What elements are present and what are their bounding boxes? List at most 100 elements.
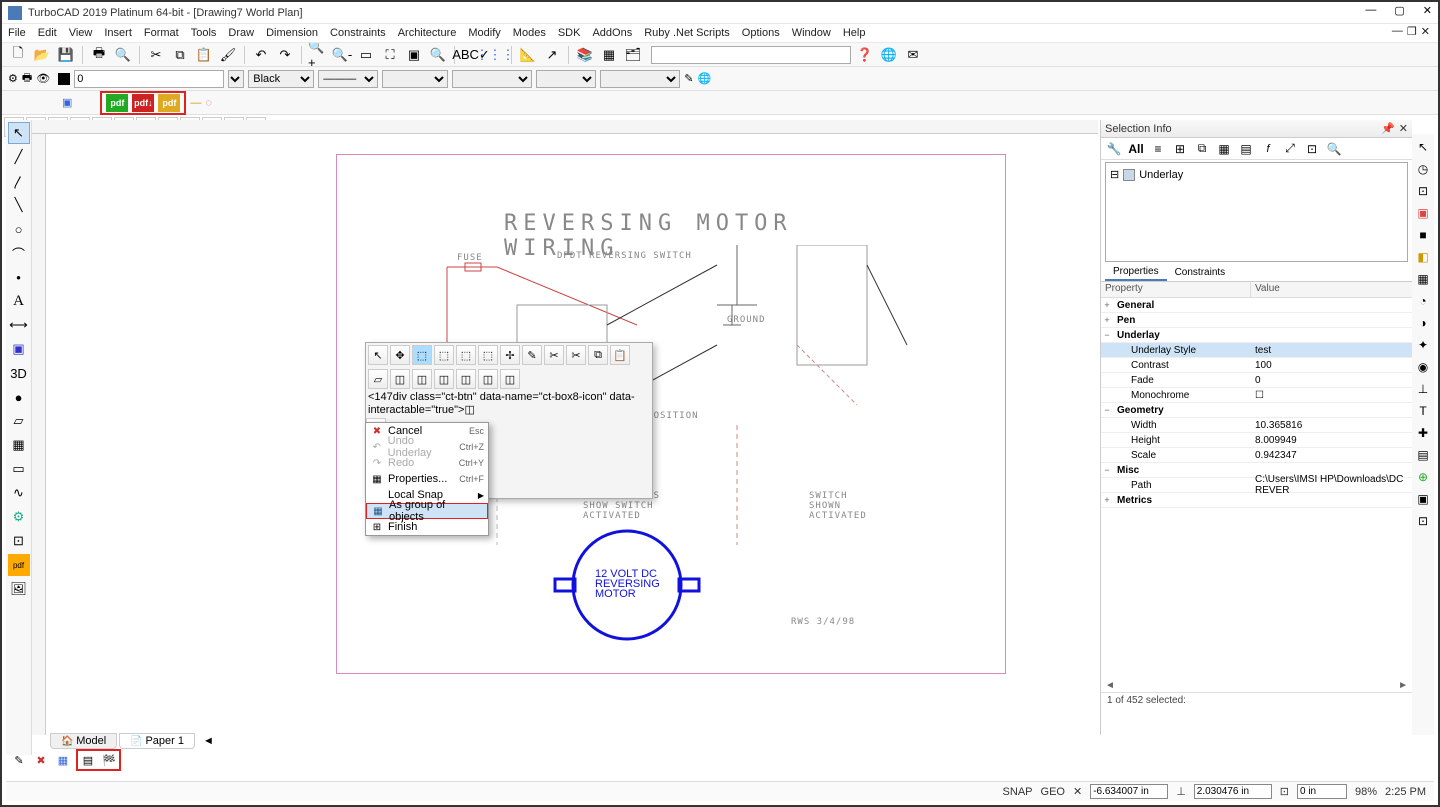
image-tool-icon[interactable]: 🖼 [8,578,30,600]
redo-icon[interactable]: ↷ [275,45,295,65]
prop-row[interactable]: Underlay Styletest [1101,343,1412,358]
snap-4-icon[interactable]: ▣ [1414,204,1432,222]
prop-row[interactable]: Contrast100 [1101,358,1412,373]
ct-axis-icon[interactable]: ✢ [500,345,520,365]
pdf-import-icon[interactable]: pdf↓ [132,94,154,112]
zoom-in-icon[interactable]: 🔍+ [308,45,328,65]
text-dropdown[interactable] [600,70,680,88]
menu-dimension[interactable]: Dimension [266,27,318,39]
cm-properties[interactable]: ▦Properties...Ctrl+F [366,471,488,487]
layer-dropdown[interactable] [228,70,244,88]
coord-x-input[interactable] [1090,784,1168,799]
gear-icon[interactable]: ⚙ [8,72,18,85]
ct-cut2-icon[interactable]: ✂ [566,345,586,365]
snap-11-icon[interactable]: ◉ [1414,358,1432,376]
maximize-button[interactable]: ▢ [1394,4,1404,17]
filter-1-icon[interactable]: ≡ [1149,140,1167,158]
circle-tool-icon[interactable]: ○ [8,218,30,240]
filter-7-icon[interactable]: ⊡ [1303,140,1321,158]
cm-finish[interactable]: ⊞Finish [366,519,488,535]
tree-expand-icon[interactable]: ⊟ [1110,168,1119,181]
curve-tool-icon[interactable]: ∿ [8,482,30,504]
web-icon[interactable]: 🌐 [879,45,899,65]
filter-fx-icon[interactable]: f [1259,140,1277,158]
zoom-extents-icon[interactable]: ⛶ [380,45,400,65]
snap-2-icon[interactable]: ◷ [1414,160,1432,178]
snap-12-icon[interactable]: ⊥ [1414,380,1432,398]
tab-constraints[interactable]: Constraints [1167,265,1234,280]
tool-icon[interactable]: ↗ [542,45,562,65]
wall-tool-icon[interactable]: ▭ [8,458,30,480]
coord-y-input[interactable] [1194,784,1272,799]
snap-3-icon[interactable]: ⊡ [1414,182,1432,200]
filter-2-icon[interactable]: ⊞ [1171,140,1189,158]
ct-box3-icon[interactable]: ◫ [412,369,432,389]
zoom-window-icon[interactable]: ▭ [356,45,376,65]
filter-6-icon[interactable]: ⤢ [1281,140,1299,158]
ct-box4-icon[interactable]: ◫ [434,369,454,389]
menu-edit[interactable]: Edit [38,27,57,39]
layer-input[interactable] [74,70,224,88]
ct-select-icon[interactable]: ↖ [368,345,388,365]
prop-row[interactable]: Width10.365816 [1101,418,1412,433]
blocks-icon[interactable]: ▦ [599,45,619,65]
bt-flag-icon[interactable]: 🏁 [100,752,118,768]
dim-dropdown[interactable] [536,70,596,88]
ct-box6-icon[interactable]: ◫ [478,369,498,389]
copy-icon[interactable]: ⧉ [170,45,190,65]
dash-icon[interactable]: — [190,97,201,109]
ct-box5-icon[interactable]: ◫ [456,369,476,389]
prop-row[interactable]: Scale0.942347 [1101,448,1412,463]
arc-tool-icon[interactable]: ⌒ [8,242,30,264]
mdi-restore[interactable]: ❐ [1407,25,1417,38]
undo-icon[interactable]: ↶ [251,45,271,65]
menu-architecture[interactable]: Architecture [398,27,457,39]
eye-icon[interactable]: 👁 [36,72,50,85]
linetype-dropdown[interactable]: ——— [318,70,378,88]
geo-indicator[interactable]: GEO [1041,786,1065,798]
menu-help[interactable]: Help [843,27,866,39]
prop-row[interactable]: Monochrome☐ [1101,388,1412,403]
layout-icon[interactable]: ▣ [62,96,72,109]
panel-close-icon[interactable]: ✕ [1399,122,1408,135]
snap-13-icon[interactable]: T [1414,402,1432,420]
mdi-minimize[interactable]: — [1392,25,1403,38]
bt-1-icon[interactable]: ✎ [10,752,28,768]
menu-scripts[interactable]: Ruby .Net Scripts [644,27,730,39]
menu-format[interactable]: Format [144,27,179,39]
prop-row[interactable]: −Underlay [1101,328,1412,343]
cm-redo[interactable]: ↷RedoCtrl+Y [366,455,488,471]
menu-window[interactable]: Window [792,27,831,39]
lineweight-dropdown[interactable] [382,70,448,88]
prop-row[interactable]: PathC:\Users\IMSI HP\Downloads\DC REVER [1101,478,1412,493]
ct-move-icon[interactable]: ✥ [390,345,410,365]
snap-5-icon[interactable]: ■ [1414,226,1432,244]
prop-row[interactable]: −Geometry [1101,403,1412,418]
save-icon[interactable]: 💾 [56,45,76,65]
filter-4-icon[interactable]: ▦ [1215,140,1233,158]
prop-row[interactable]: Height8.009949 [1101,433,1412,448]
ct-cyl1-icon[interactable]: ⬚ [412,345,432,365]
brush-icon[interactable]: 🖌 [218,45,238,65]
menu-draw[interactable]: Draw [228,27,254,39]
color-dropdown[interactable]: Black [248,70,314,88]
snap-9-icon[interactable]: ◑ [1414,314,1432,332]
filter-5-icon[interactable]: ▤ [1237,140,1255,158]
cm-undo[interactable]: ↶Undo UnderlayCtrl+Z [366,439,488,455]
tab-model[interactable]: 🏠 Model [50,733,117,749]
tree-item-underlay[interactable]: ⊟ Underlay [1110,167,1403,182]
open-icon[interactable]: 📂 [32,45,52,65]
snap-indicator[interactable]: SNAP [1003,786,1033,798]
print-icon[interactable]: 🖶 [89,45,109,65]
filter-all[interactable]: All [1127,140,1145,158]
style-dropdown[interactable] [452,70,532,88]
mdi-close[interactable]: ✕ [1421,25,1430,38]
menu-constraints[interactable]: Constraints [330,27,386,39]
minimize-button[interactable]: — [1365,4,1376,17]
zoom-level[interactable]: 98% [1355,786,1377,798]
print-preview-icon[interactable]: 🔍 [113,45,133,65]
panel-pin-icon[interactable]: 📌 [1381,122,1395,135]
pen-icon[interactable]: ✎ [684,72,693,85]
text-tool-icon[interactable]: A [8,290,30,312]
globe-blue-icon[interactable]: 🌐 [697,72,711,85]
